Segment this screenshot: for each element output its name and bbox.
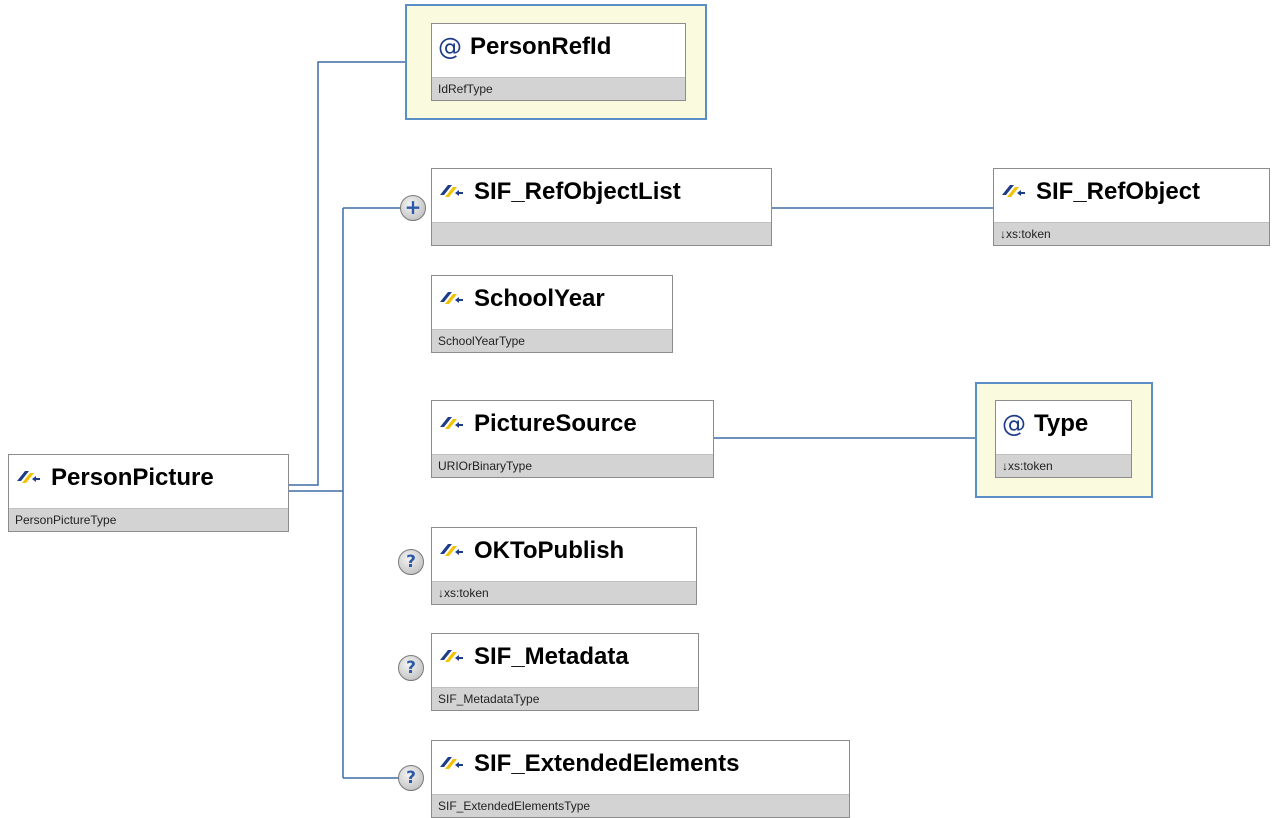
attribute-type: IdRefType [432,77,685,100]
optional-question-icon: ? [398,765,424,791]
element-icon [17,471,40,483]
element-sif-refobjectlist[interactable]: SIF_RefObjectList [431,168,772,246]
attribute-at-icon: @ [1002,410,1026,438]
attribute-name: Type [1034,410,1089,437]
element-type [432,222,771,245]
element-name: PersonPicture [51,464,214,491]
element-name: SIF_RefObject [1036,178,1201,205]
expand-plus-icon[interactable]: + [400,195,426,221]
element-oktopublish[interactable]: OKToPublish ↓xs:token [431,527,697,605]
element-icon [440,292,463,304]
element-icon [440,544,463,556]
optional-question-icon: ? [398,549,424,575]
element-type: PersonPictureType [9,508,288,531]
element-icon [440,757,463,769]
element-type: ↓xs:token [432,581,696,604]
attribute-type: ↓xs:token [996,454,1131,477]
element-type: SchoolYearType [432,329,672,352]
element-sif-metadata[interactable]: SIF_Metadata SIF_MetadataType [431,633,699,711]
element-icon [440,185,463,197]
element-icon [1002,185,1025,197]
element-icon [440,417,463,429]
element-type: ↓xs:token [994,222,1269,245]
element-name: SIF_RefObjectList [474,178,681,205]
optional-question-icon: ? [398,655,424,681]
connector-root-to-personrefid [288,61,405,486]
element-name: SIF_Metadata [474,643,629,670]
element-type: URIOrBinaryType [432,454,713,477]
attribute-name: PersonRefId [470,33,612,60]
element-type: SIF_MetadataType [432,687,698,710]
attribute-type-node[interactable]: @ Type ↓xs:token [995,400,1132,478]
attribute-personrefid[interactable]: @ PersonRefId IdRefType [431,23,686,101]
element-picturesource[interactable]: PictureSource URIOrBinaryType [431,400,714,478]
element-sif-refobject[interactable]: SIF_RefObject ↓xs:token [993,168,1270,246]
element-type: SIF_ExtendedElementsType [432,794,849,817]
element-name: SchoolYear [474,285,605,312]
attribute-at-icon: @ [438,33,462,61]
element-personpicture[interactable]: PersonPicture PersonPictureType [8,454,289,532]
element-sif-extendedelements[interactable]: SIF_ExtendedElements SIF_ExtendedElement… [431,740,850,818]
element-name: SIF_ExtendedElements [474,750,740,777]
element-name: PictureSource [474,410,637,437]
element-schoolyear[interactable]: SchoolYear SchoolYearType [431,275,673,353]
schema-diagram: @ PersonRefId IdRefType PersonPicture Pe… [0,0,1281,818]
element-name: OKToPublish [474,537,625,564]
element-icon [440,650,463,662]
